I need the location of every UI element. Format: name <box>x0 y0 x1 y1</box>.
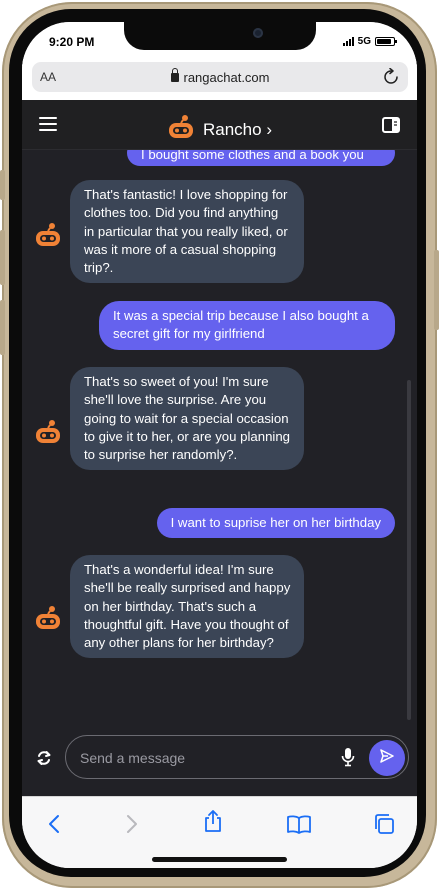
message-composer <box>22 725 417 796</box>
hamburger-icon[interactable] <box>39 117 57 131</box>
back-chevron-icon[interactable] <box>40 811 68 837</box>
user-message: It was a special trip because I also bou… <box>99 301 395 350</box>
user-message: I want to suprise her on her birthday <box>156 508 395 539</box>
bot-avatar-icon <box>34 605 62 636</box>
url-display[interactable]: rangachat.com <box>32 68 408 85</box>
forward-chevron-icon[interactable] <box>118 811 146 837</box>
refresh-icon[interactable] <box>36 750 52 771</box>
bot-avatar-icon <box>34 419 62 450</box>
bot-name: Rancho › <box>203 119 273 139</box>
user-message: I bought some clothes and a book you <box>127 150 395 166</box>
app-header: Rancho › <box>22 100 417 150</box>
volume-down-button <box>0 300 5 355</box>
side-panel-icon[interactable] <box>382 117 400 138</box>
address-bar[interactable]: AA rangachat.com <box>32 62 408 92</box>
bot-avatar-icon <box>34 222 62 253</box>
chat-app: Rancho › I bought some clothes and a boo… <box>22 100 417 796</box>
browser-toolbar <box>22 796 417 868</box>
bookmarks-icon[interactable] <box>285 811 313 837</box>
send-button[interactable] <box>369 740 405 776</box>
url-text: rangachat.com <box>183 70 270 85</box>
message-input-container[interactable] <box>65 735 409 779</box>
signal-icon <box>342 37 354 46</box>
notch <box>124 22 316 50</box>
lock-icon <box>170 68 179 82</box>
message-input[interactable] <box>80 748 320 768</box>
bot-message: That's so sweet of you! I'm sure she'll … <box>70 367 304 471</box>
status-time: 9:20 PM <box>49 35 95 49</box>
bot-message: That's a wonderful idea! I'm sure she'll… <box>70 555 304 659</box>
message-list[interactable]: I bought some clothes and a book you Tha… <box>22 150 417 725</box>
home-indicator <box>152 857 287 862</box>
bot-profile-link[interactable]: Rancho › <box>167 114 272 145</box>
robot-avatar-icon <box>167 114 195 145</box>
scrollbar[interactable] <box>407 380 411 720</box>
network-type: 5G <box>357 36 371 47</box>
power-button <box>434 250 439 330</box>
volume-up-button <box>0 230 5 285</box>
status-indicators: 5G <box>342 36 397 47</box>
tabs-icon[interactable] <box>370 811 398 837</box>
reload-icon[interactable] <box>383 67 399 90</box>
bot-message: That's fantastic! I love shopping for cl… <box>70 180 304 284</box>
share-icon[interactable] <box>199 808 227 834</box>
browser-address-area: AA rangachat.com <box>22 58 417 100</box>
front-camera <box>253 28 263 38</box>
battery-icon <box>375 37 397 46</box>
send-icon <box>379 748 395 769</box>
silent-switch <box>0 170 5 200</box>
microphone-icon[interactable] <box>341 747 355 772</box>
screen: 9:20 PM 5G AA rangachat.com Rancho › I b… <box>22 22 417 868</box>
